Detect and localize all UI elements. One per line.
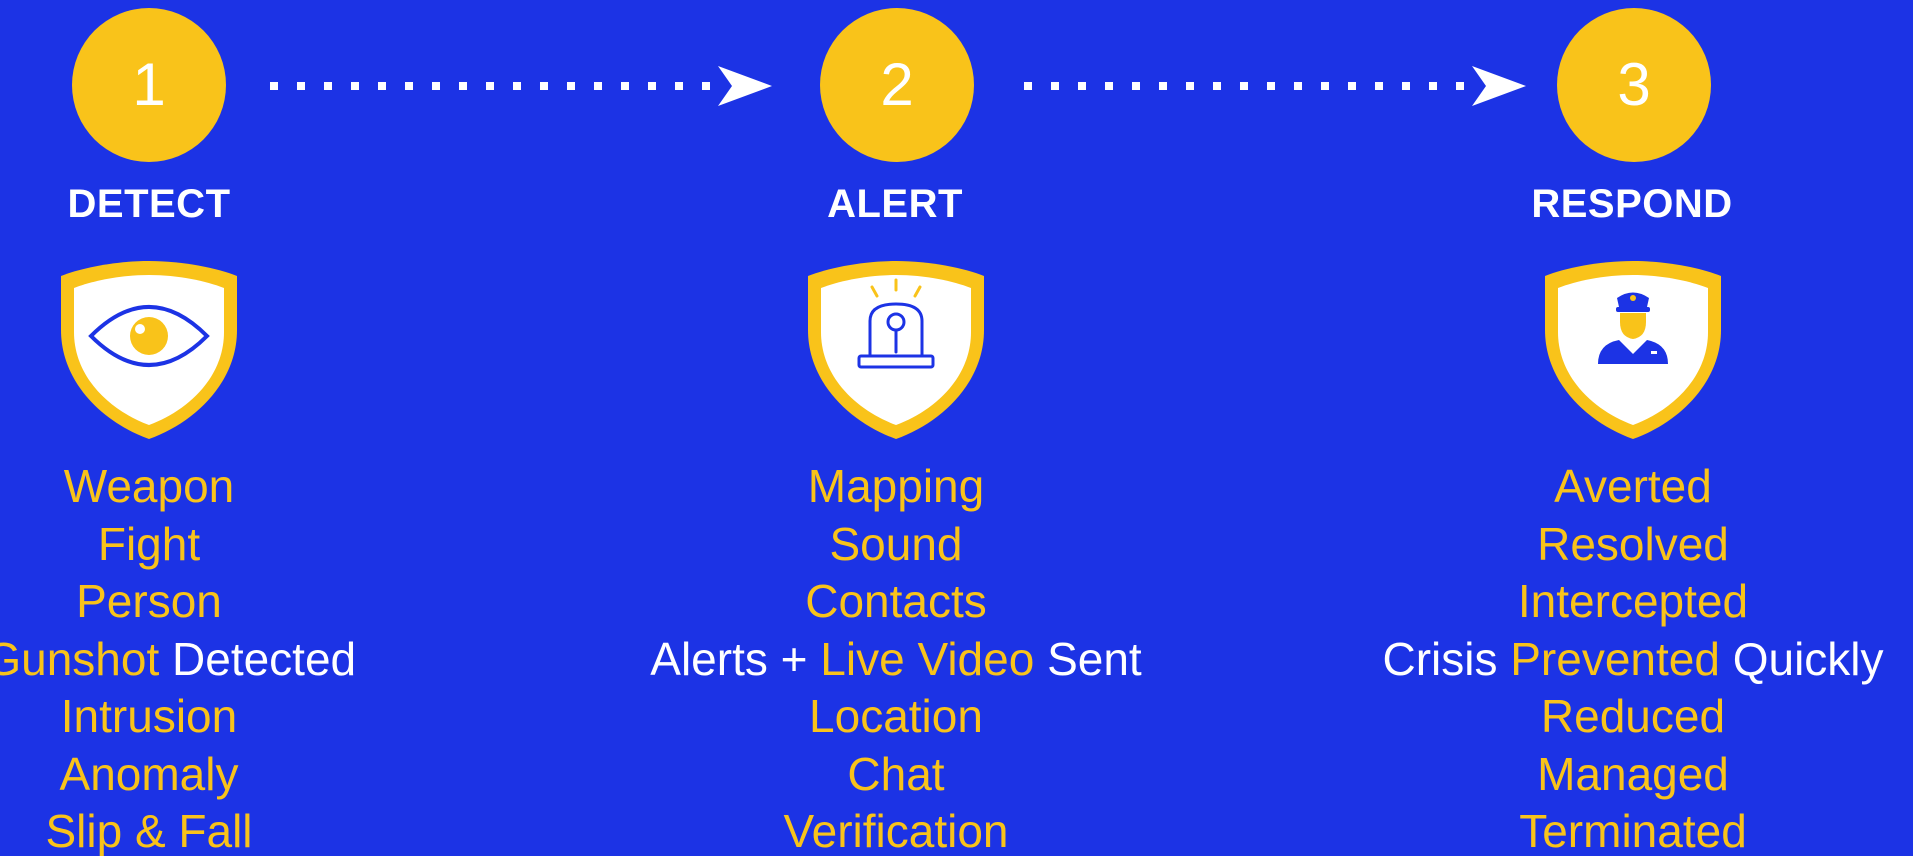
phrase-highlight: Prevented bbox=[1510, 632, 1720, 685]
list-item: Averted bbox=[1554, 460, 1712, 512]
list-item: Intrusion bbox=[60, 690, 238, 742]
connector-arrow-1-2 bbox=[262, 62, 774, 110]
step-number-badge: 3 bbox=[1557, 8, 1711, 162]
dotted-arrow-icon bbox=[1024, 66, 1526, 106]
list-item: Location bbox=[809, 690, 983, 742]
list-item: Mapping bbox=[807, 460, 985, 512]
list-item: Anomaly bbox=[59, 747, 239, 800]
phrase-suffix: Quickly bbox=[1732, 632, 1884, 685]
list-item: Terminated bbox=[1519, 805, 1747, 856]
list-item: Person bbox=[76, 575, 222, 627]
list-item: Slip & Fall bbox=[45, 805, 253, 856]
respond-item-list: Averted Resolved Intercepted Crisis Prev… bbox=[1283, 458, 1913, 856]
summary-phrase: Crisis Prevented Quickly bbox=[1283, 631, 1913, 689]
summary-phrase: Alerts + Live Video Sent bbox=[546, 631, 1246, 689]
phrase-highlight: Gunshot bbox=[0, 632, 160, 685]
list-item: Intercepted bbox=[1517, 575, 1749, 627]
eye-icon bbox=[59, 258, 239, 442]
step-number-badge: 2 bbox=[820, 8, 974, 162]
step-number-badge: 1 bbox=[72, 8, 226, 162]
police-officer-icon bbox=[1543, 258, 1723, 442]
list-item: Reduced bbox=[1540, 690, 1726, 742]
list-item: Chat bbox=[847, 747, 945, 800]
list-item: Verification bbox=[783, 805, 1009, 856]
process-diagram: 1 DETECT Weapon Fight Person A Gunshot D… bbox=[0, 0, 1913, 856]
siren-icon bbox=[806, 258, 986, 442]
phrase-suffix: Sent bbox=[1047, 632, 1142, 685]
dotted-arrow-icon bbox=[270, 66, 772, 106]
alert-item-list: Mapping Sound Contacts Alerts + Live Vid… bbox=[546, 458, 1246, 856]
list-item: Contacts bbox=[805, 575, 987, 627]
list-item: Sound bbox=[829, 517, 963, 570]
phrase-highlight: Live Video bbox=[820, 632, 1035, 685]
list-item: Managed bbox=[1537, 747, 1729, 800]
list-item: Fight bbox=[97, 517, 201, 570]
step-title: DETECT bbox=[67, 182, 231, 226]
detect-item-list: Weapon Fight Person A Gunshot Detected I… bbox=[0, 458, 499, 856]
phrase-prefix: Crisis bbox=[1382, 632, 1498, 685]
list-item: Resolved bbox=[1537, 517, 1729, 570]
phrase-prefix: Alerts + bbox=[650, 632, 808, 685]
connector-arrow-2-3 bbox=[1016, 62, 1528, 110]
step-title: RESPOND bbox=[1531, 182, 1733, 226]
phrase-suffix: Detected bbox=[172, 632, 357, 685]
step-title: ALERT bbox=[827, 182, 963, 226]
summary-phrase: A Gunshot Detected bbox=[0, 631, 499, 689]
list-item: Weapon bbox=[63, 460, 235, 512]
